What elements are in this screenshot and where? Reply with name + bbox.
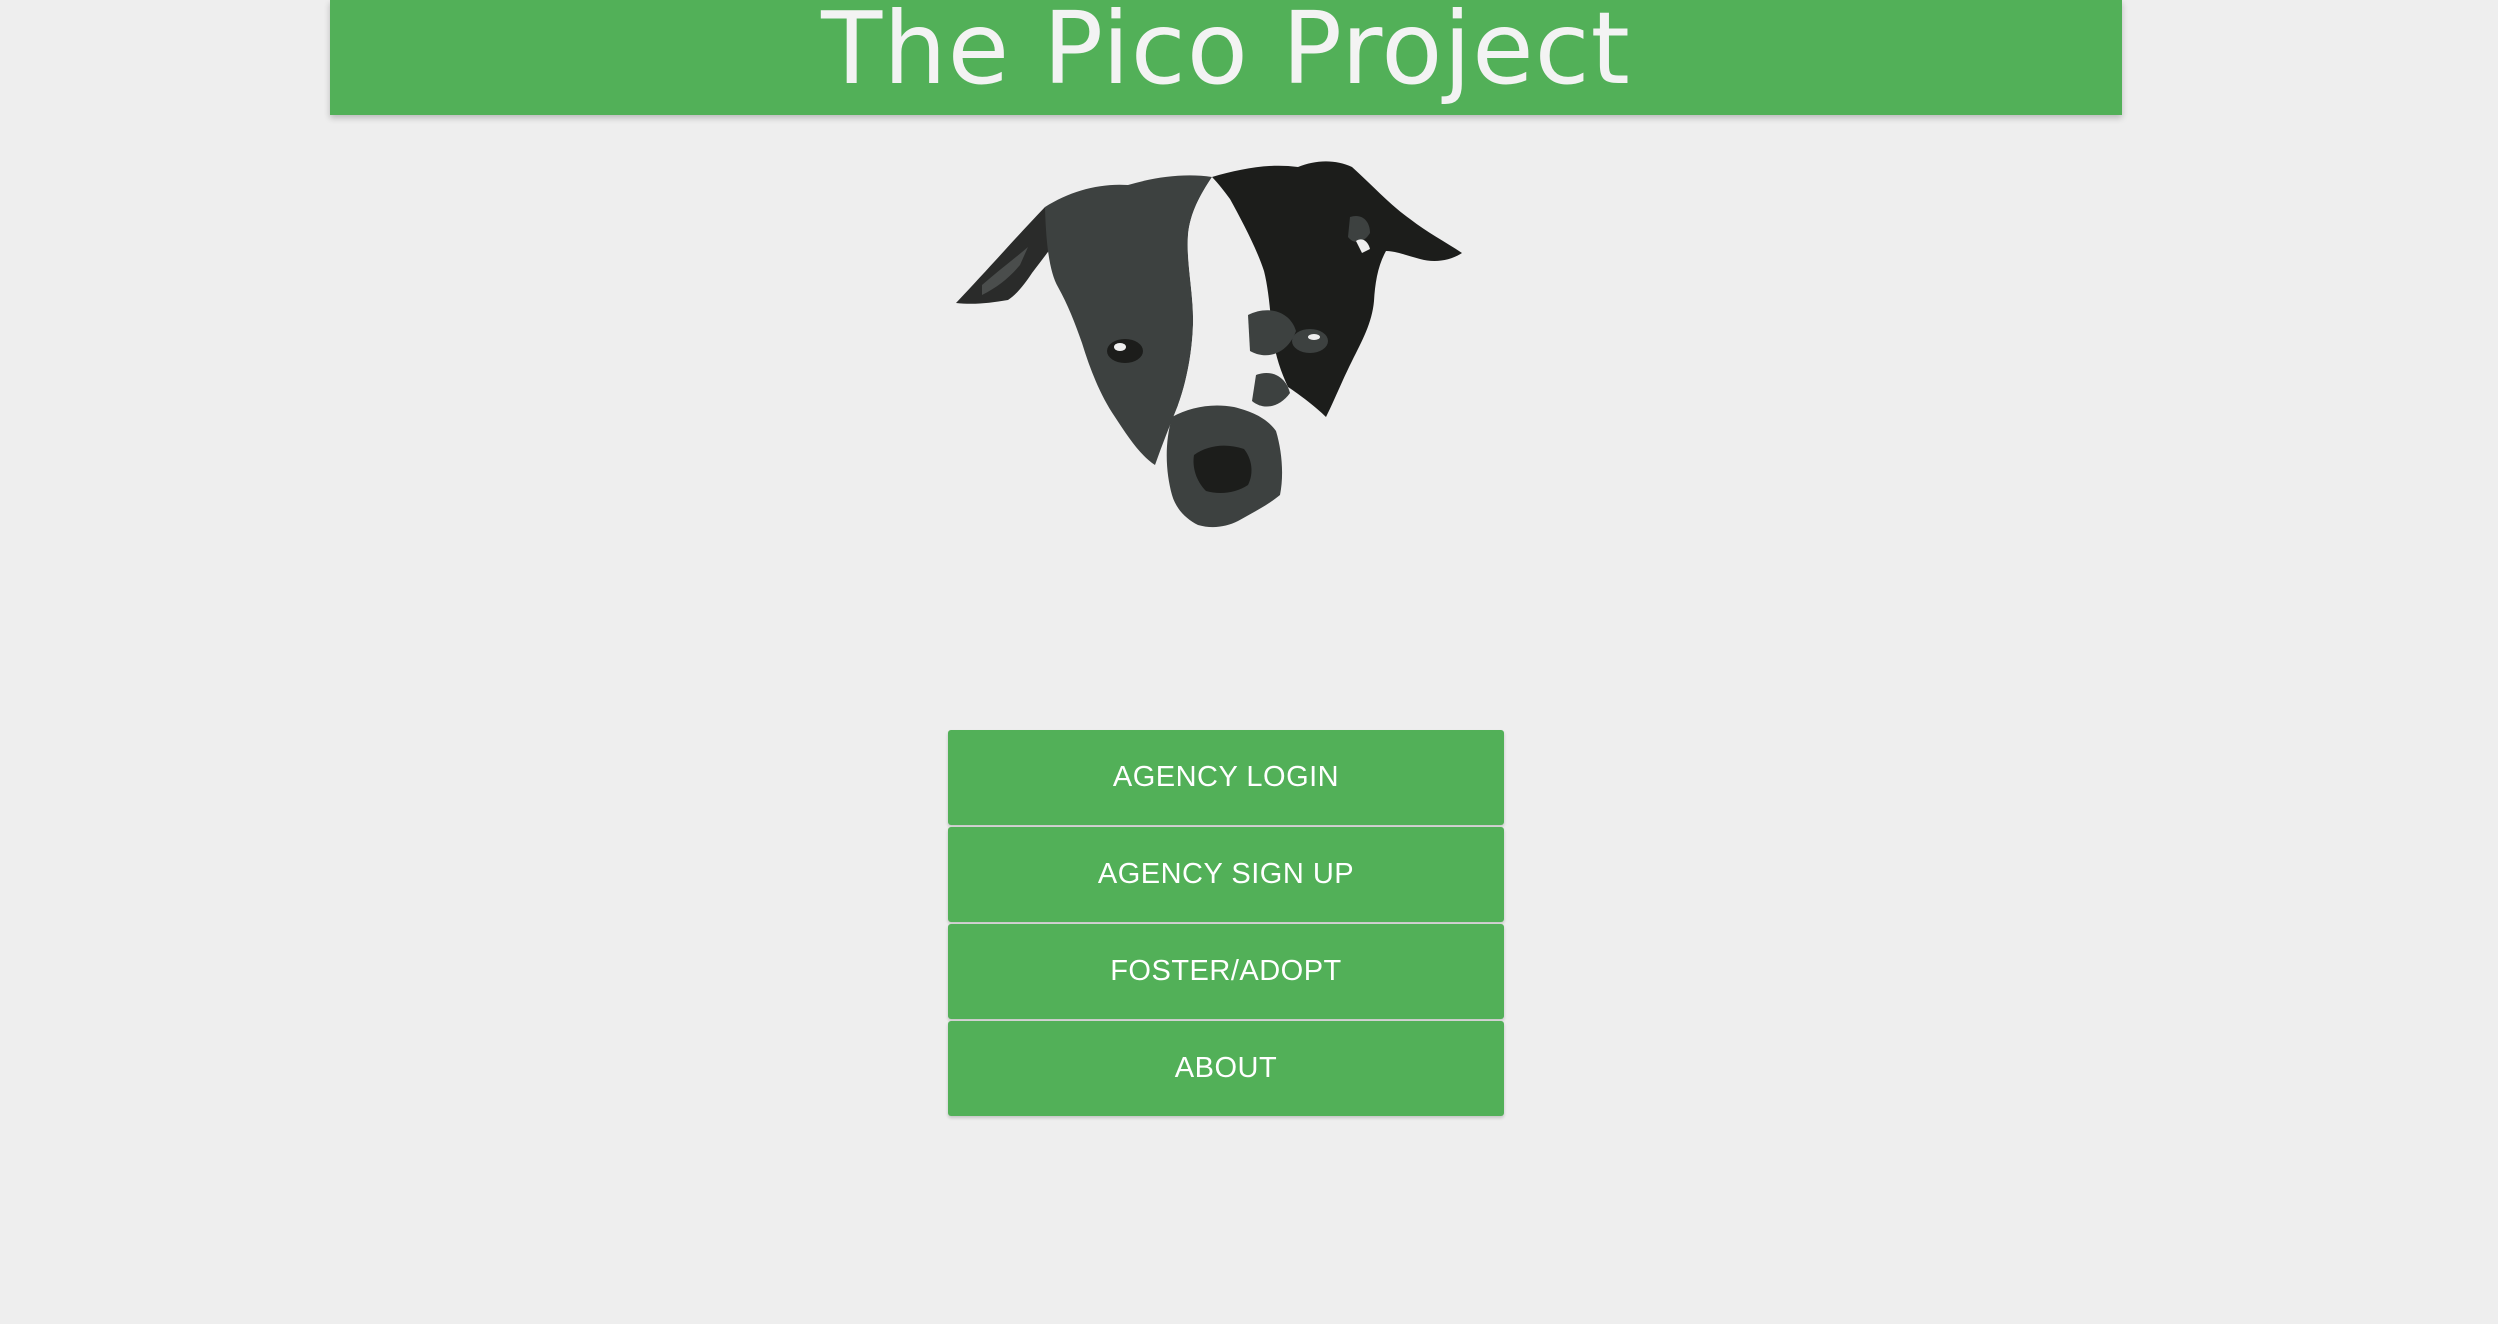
main-nav: AGENCY LOGIN AGENCY SIGN UP FOSTER/ADOPT… [948,730,1504,1118]
logo [950,155,1480,565]
about-button[interactable]: ABOUT [948,1021,1504,1116]
site-title: The Pico Project [821,0,1631,107]
foster-adopt-button[interactable]: FOSTER/ADOPT [948,924,1504,1019]
agency-login-button[interactable]: AGENCY LOGIN [948,730,1504,825]
dog-head-icon [956,161,1462,528]
agency-signup-button[interactable]: AGENCY SIGN UP [948,827,1504,922]
site-header: The Pico Project [330,0,2122,115]
